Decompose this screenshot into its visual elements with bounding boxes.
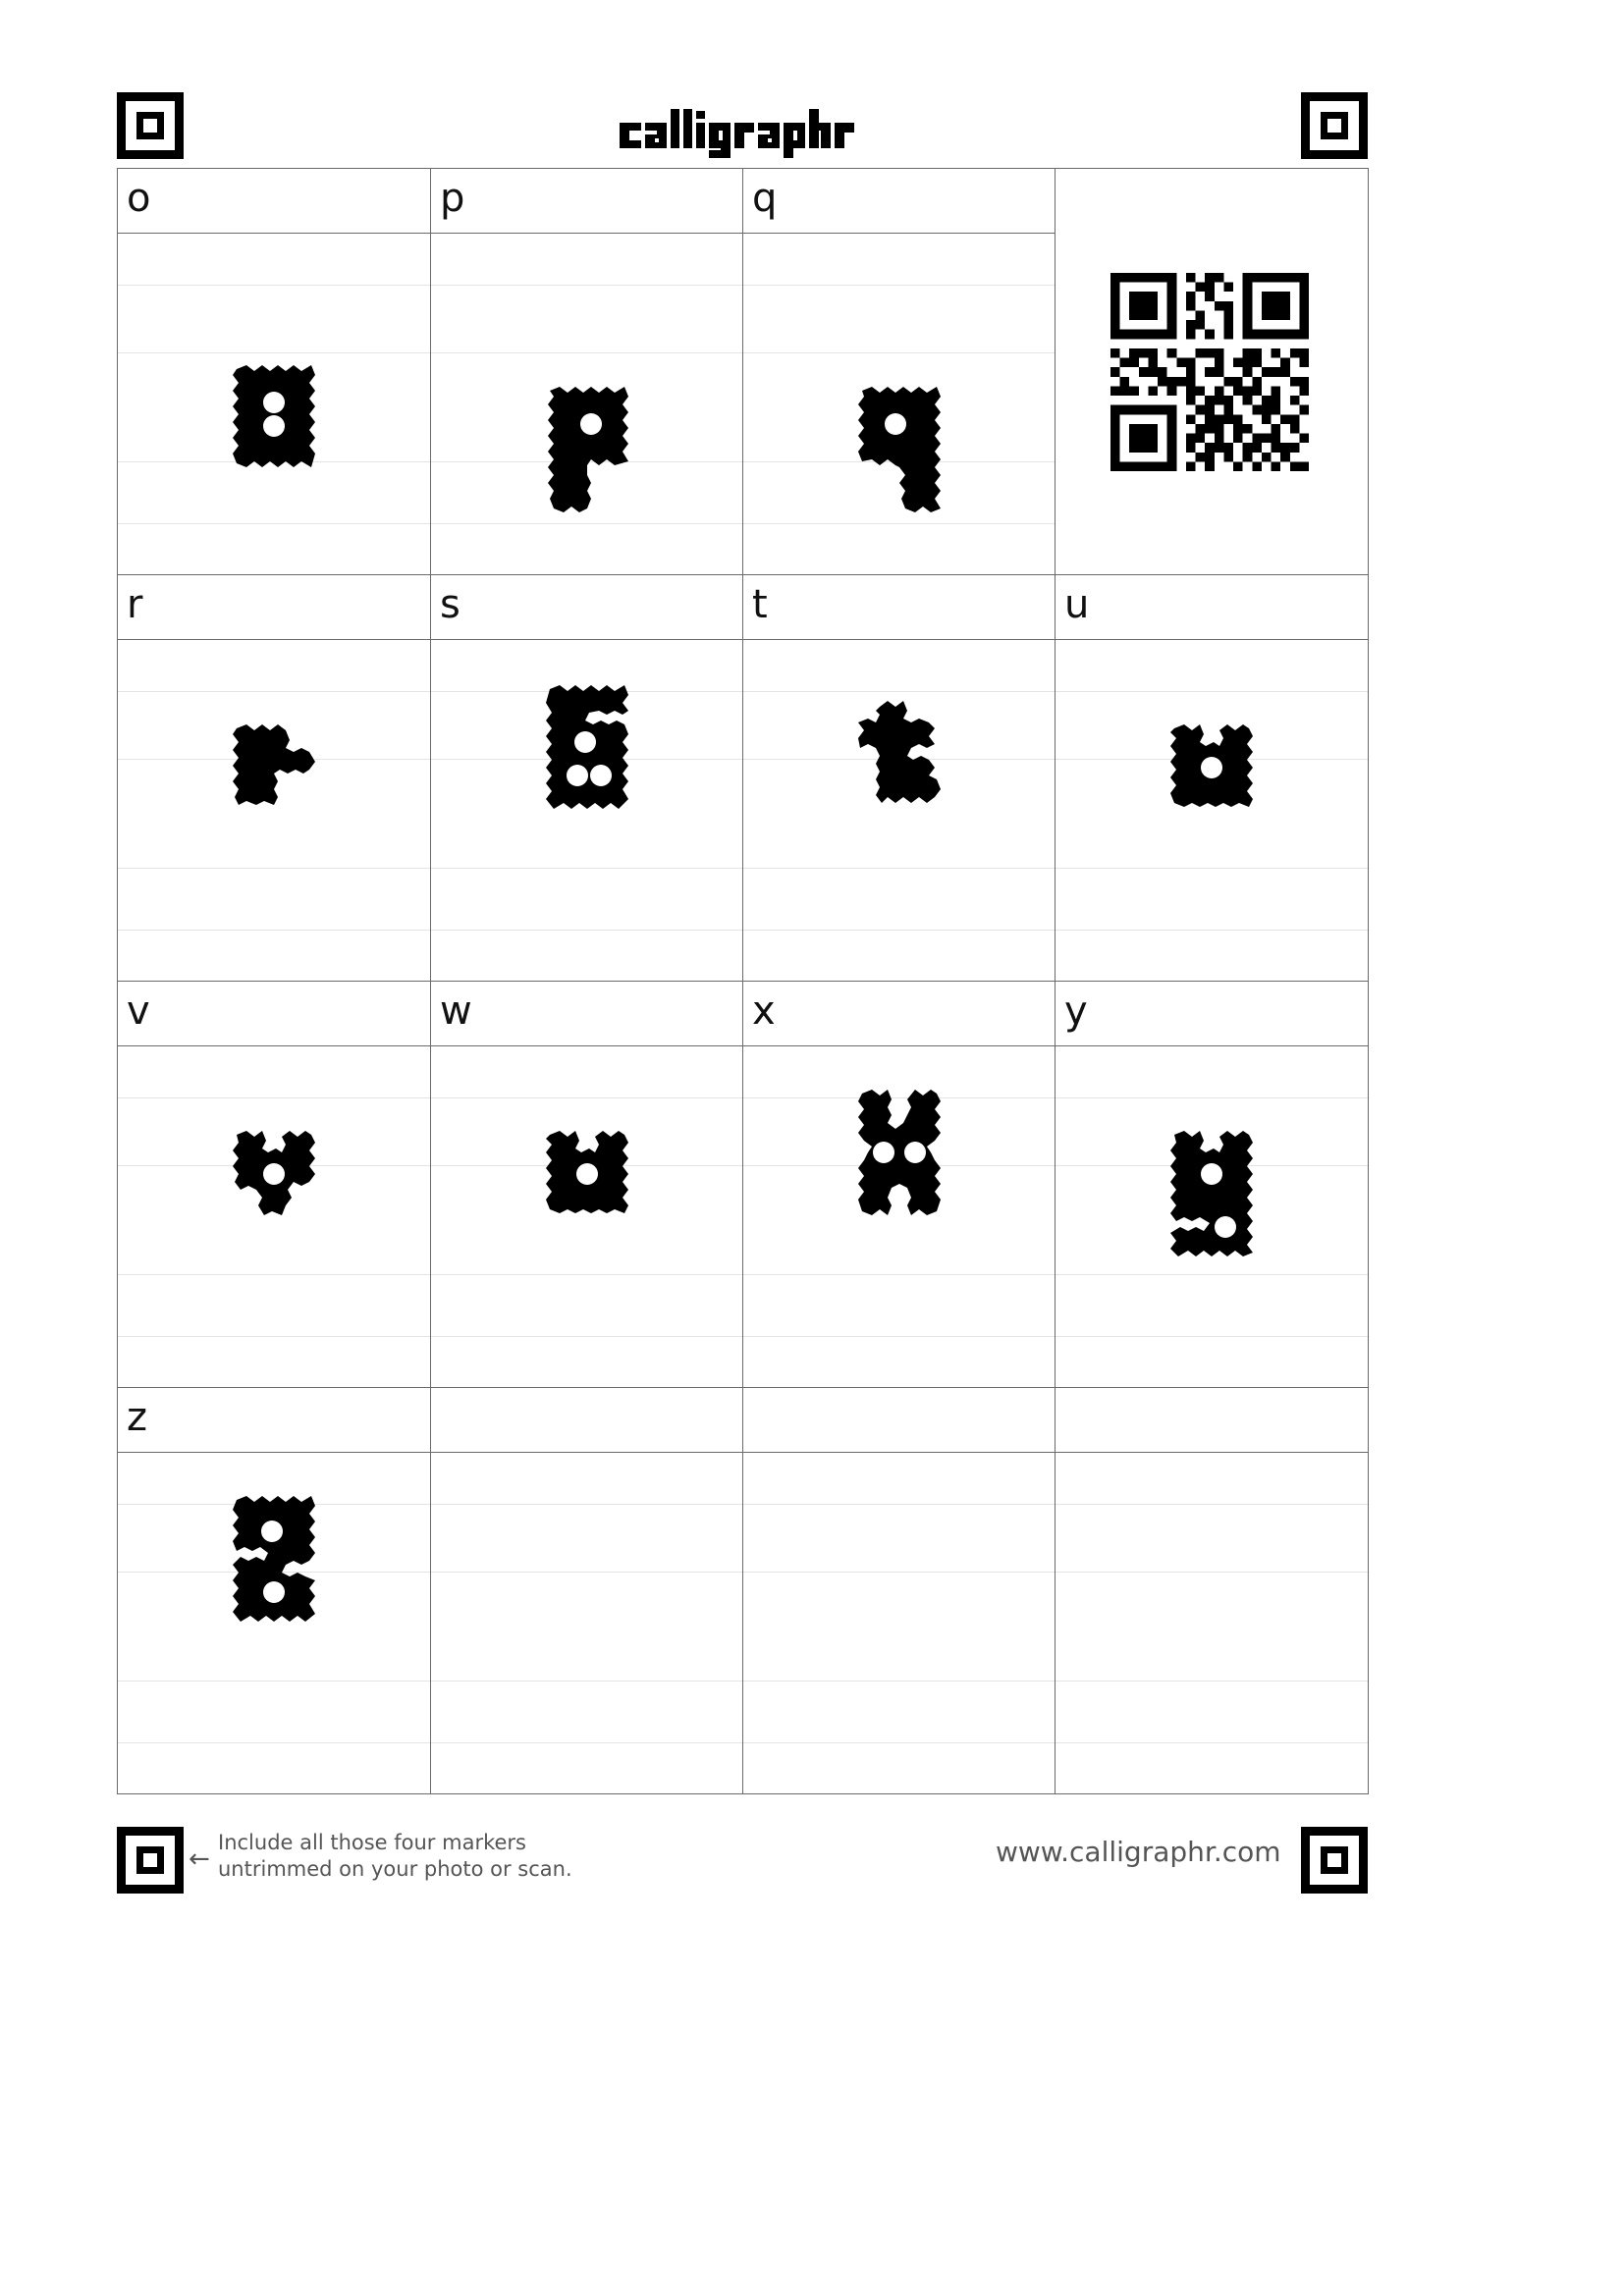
glyph-x [857, 1090, 941, 1215]
calligraphr-logo [620, 109, 854, 158]
template-cell-z: z [118, 1388, 430, 1794]
glyph-v [233, 1131, 315, 1215]
qr-code-icon [1110, 273, 1309, 471]
glyph-o [233, 365, 315, 467]
glyph-w [545, 1131, 628, 1213]
template-cell-t: t [742, 575, 1055, 982]
cell-label: s [440, 582, 460, 627]
corner-marker-bottom-right [1301, 1827, 1368, 1894]
character-template-grid: o p q r s t u v w x y z [117, 168, 1369, 1794]
corner-marker-bottom-left [117, 1827, 184, 1894]
glyph-q [857, 387, 941, 512]
cell-label: q [752, 176, 778, 221]
cell-label: p [440, 176, 465, 221]
template-cell-w: w [430, 982, 742, 1388]
glyph-z [233, 1496, 315, 1622]
template-cell-empty [1055, 1388, 1368, 1794]
cell-label: t [752, 582, 768, 627]
marker-instructions-line2: untrimmed on your photo or scan. [218, 1857, 572, 1881]
glyph-u [1170, 724, 1253, 807]
arrow-left-icon: ← [189, 1844, 210, 1874]
cell-label: o [127, 176, 151, 221]
template-cell-u: u [1055, 575, 1368, 982]
glyph-p [547, 387, 628, 512]
cell-label: y [1064, 988, 1088, 1034]
glyph-y [1170, 1131, 1253, 1256]
glyph-t [857, 701, 941, 803]
template-cell-o: o [118, 169, 430, 575]
glyph-s [545, 685, 628, 809]
qr-code-cell [1055, 169, 1368, 575]
cell-label: r [127, 582, 143, 627]
corner-marker-top-right [1301, 92, 1368, 159]
template-cell-empty [742, 1388, 1055, 1794]
template-row: r s t u [118, 575, 1368, 982]
template-cell-y: y [1055, 982, 1368, 1388]
template-cell-v: v [118, 982, 430, 1388]
website-url: www.calligraphr.com [996, 1836, 1281, 1868]
template-cell-x: x [742, 982, 1055, 1388]
cell-label: u [1064, 582, 1090, 627]
template-cell-s: s [430, 575, 742, 982]
marker-instructions-line1: Include all those four markers [218, 1831, 526, 1854]
template-row: v w x y [118, 982, 1368, 1388]
glyph-r [233, 724, 315, 805]
corner-marker-top-left [117, 92, 184, 159]
cell-label: x [752, 988, 776, 1034]
cell-label: w [440, 988, 472, 1034]
cell-label: v [127, 988, 150, 1034]
template-row: o p q [118, 169, 1368, 575]
template-cell-empty [430, 1388, 742, 1794]
template-cell-r: r [118, 575, 430, 982]
template-row: z [118, 1388, 1368, 1794]
template-cell-p: p [430, 169, 742, 575]
marker-instructions: Include all those four markers untrimmed… [218, 1830, 630, 1883]
cell-label: z [127, 1395, 147, 1440]
template-cell-q: q [742, 169, 1055, 575]
